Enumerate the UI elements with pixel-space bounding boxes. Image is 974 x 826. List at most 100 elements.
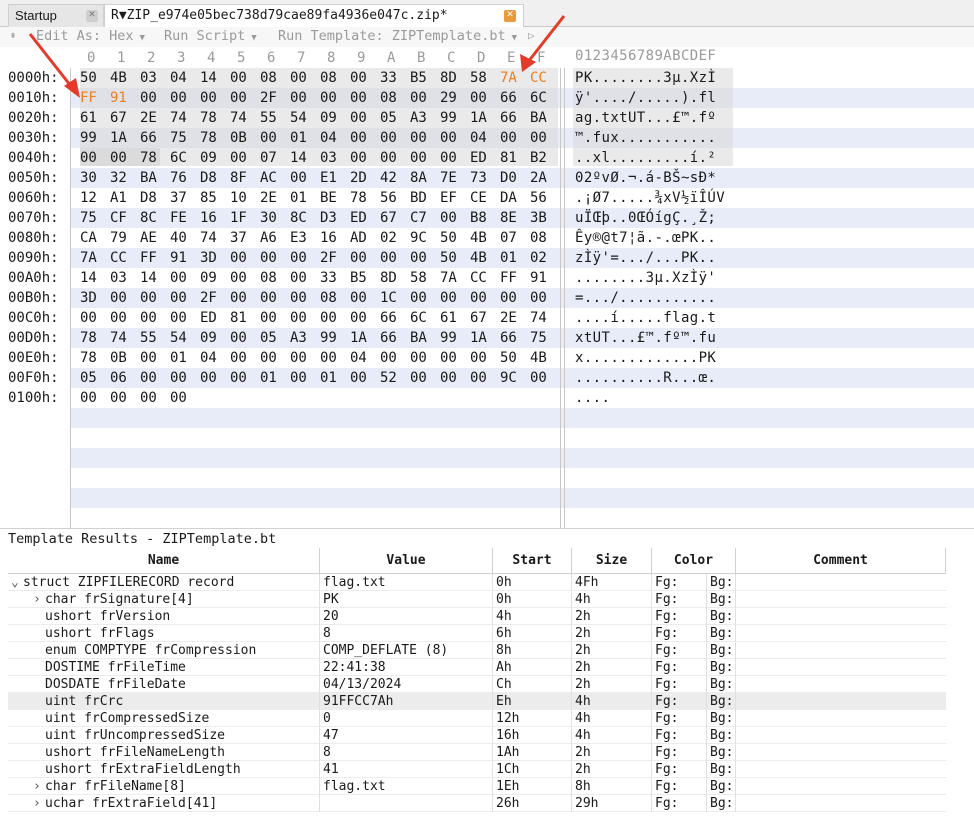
hex-byte[interactable]: 78 [200, 108, 222, 128]
hex-byte[interactable]: 4B [470, 248, 492, 268]
hex-byte[interactable]: 06 [110, 368, 132, 388]
hex-byte[interactable]: 74 [200, 228, 222, 248]
run-template-button[interactable]: Run Template: ZIPTemplate.bt ▼ [278, 28, 517, 44]
hex-byte[interactable]: 00 [230, 88, 252, 108]
hex-byte[interactable]: 3D [80, 288, 102, 308]
hex-byte[interactable]: 56 [380, 188, 402, 208]
hex-byte[interactable]: 91 [110, 88, 132, 108]
hex-byte[interactable]: 00 [230, 248, 252, 268]
hex-byte[interactable]: 14 [140, 268, 162, 288]
table-row[interactable]: ⌄ struct ZIPFILERECORD record flag.txt 0h 4F… [8, 574, 946, 591]
hex-byte[interactable]: 2E [500, 308, 522, 328]
hex-byte[interactable]: 00 [350, 288, 372, 308]
hex-byte[interactable]: 00 [290, 168, 312, 188]
run-script-button[interactable]: Run Script ▼ [164, 28, 257, 44]
hex-byte[interactable]: BE [320, 188, 342, 208]
hex-byte[interactable]: 42 [380, 168, 402, 188]
hex-byte[interactable]: 81 [230, 308, 252, 328]
hex-byte[interactable]: 3D [200, 248, 222, 268]
hex-byte[interactable]: 55 [260, 108, 282, 128]
hex-byte[interactable]: 02 [530, 248, 552, 268]
table-row[interactable]: uint frUncompressedSize 47 16h 4h Fg: Bg: [8, 727, 946, 744]
hex-byte[interactable]: 00 [80, 388, 102, 408]
hex-byte[interactable]: 00 [350, 308, 372, 328]
hex-byte[interactable]: 6C [530, 88, 552, 108]
hex-byte[interactable]: DA [500, 188, 522, 208]
hex-byte[interactable]: 00 [260, 308, 282, 328]
hex-byte[interactable]: 00 [290, 268, 312, 288]
hex-byte[interactable]: 00 [320, 348, 342, 368]
hex-byte[interactable]: 16 [320, 228, 342, 248]
hex-byte[interactable]: 1A [110, 128, 132, 148]
hex-byte[interactable]: 33 [380, 68, 402, 88]
table-row[interactable]: ushort frVersion 20 4h 2h Fg: Bg: [8, 608, 946, 625]
hex-byte[interactable]: 00 [80, 308, 102, 328]
header-size[interactable]: Size [572, 548, 652, 574]
hex-byte[interactable]: 14 [80, 268, 102, 288]
hex-byte[interactable]: 58 [410, 268, 432, 288]
hex-byte[interactable]: 00 [410, 288, 432, 308]
hex-byte[interactable]: 00 [200, 368, 222, 388]
hex-byte[interactable]: 00 [290, 248, 312, 268]
hex-byte[interactable]: 08 [530, 228, 552, 248]
hex-byte[interactable]: 8D [380, 268, 402, 288]
hex-byte[interactable]: 00 [440, 208, 462, 228]
hex-byte[interactable]: 00 [410, 348, 432, 368]
hex-byte[interactable]: 74 [170, 108, 192, 128]
hex-byte[interactable]: 00 [290, 88, 312, 108]
ascii-text[interactable]: ........3µ.XzÌÿ' [575, 268, 716, 288]
hex-byte[interactable]: 01 [320, 368, 342, 388]
hex-byte[interactable]: ED [470, 148, 492, 168]
header-comment[interactable]: Comment [736, 548, 946, 574]
ascii-text[interactable]: ....í.....flag.t [575, 308, 716, 328]
hex-byte[interactable]: 00 [440, 368, 462, 388]
hex-byte[interactable]: 00 [140, 288, 162, 308]
header-color[interactable]: Color [652, 548, 736, 574]
hex-byte[interactable]: 00 [110, 388, 132, 408]
hex-byte[interactable]: 00 [170, 268, 192, 288]
hex-byte[interactable]: AC [260, 168, 282, 188]
ascii-text[interactable]: ÿ'..../.....).fl [575, 88, 716, 108]
hex-byte[interactable]: 00 [500, 128, 522, 148]
hex-byte[interactable]: 00 [440, 288, 462, 308]
hex-byte[interactable]: 1A [470, 108, 492, 128]
hex-byte[interactable]: 09 [200, 148, 222, 168]
hex-byte[interactable]: CE [470, 188, 492, 208]
hex-byte[interactable]: 30 [260, 208, 282, 228]
hex-byte[interactable]: 12 [80, 188, 102, 208]
table-row[interactable]: uint frCrc 91FFCC7Ah Eh 4h Fg: Bg: [8, 693, 946, 710]
hex-byte[interactable]: 00 [470, 88, 492, 108]
hex-byte[interactable]: 58 [470, 68, 492, 88]
hex-byte[interactable]: 66 [380, 328, 402, 348]
hex-byte[interactable]: 01 [290, 128, 312, 148]
hex-byte[interactable]: 00 [470, 368, 492, 388]
hex-byte[interactable]: 0B [230, 128, 252, 148]
hex-byte[interactable]: 7E [440, 168, 462, 188]
hex-byte[interactable]: 54 [290, 108, 312, 128]
hex-byte[interactable]: 74 [530, 308, 552, 328]
hex-byte[interactable]: 00 [530, 368, 552, 388]
hex-byte[interactable]: 00 [230, 288, 252, 308]
hex-byte[interactable]: 00 [500, 288, 522, 308]
hex-byte[interactable]: 09 [200, 328, 222, 348]
tab-startup[interactable]: Startup ✕ [8, 4, 104, 27]
ascii-text[interactable]: 02ºvØ.¬.á-BŠ~sÐ* [575, 168, 716, 188]
hex-byte[interactable]: 00 [140, 388, 162, 408]
hex-byte[interactable]: 00 [350, 248, 372, 268]
hex-byte[interactable]: 6C [170, 148, 192, 168]
hex-byte[interactable]: 00 [410, 128, 432, 148]
hex-byte[interactable]: 08 [320, 68, 342, 88]
hex-byte[interactable]: 66 [140, 128, 162, 148]
table-row[interactable]: enum COMPTYPE frCompression COMP_DEFLATE … [8, 642, 946, 659]
hex-byte[interactable]: 67 [380, 208, 402, 228]
hex-byte[interactable]: 00 [140, 88, 162, 108]
hex-byte[interactable]: 02 [380, 228, 402, 248]
hex-byte[interactable]: 66 [380, 308, 402, 328]
hex-byte[interactable]: 1C [380, 288, 402, 308]
table-row[interactable]: uint frCompressedSize 0 12h 4h Fg: Bg: [8, 710, 946, 727]
hex-byte[interactable]: 00 [230, 328, 252, 348]
hex-byte[interactable]: 00 [440, 148, 462, 168]
hex-byte[interactable]: C7 [410, 208, 432, 228]
hex-byte[interactable]: 07 [500, 228, 522, 248]
hex-byte[interactable]: B2 [530, 148, 552, 168]
